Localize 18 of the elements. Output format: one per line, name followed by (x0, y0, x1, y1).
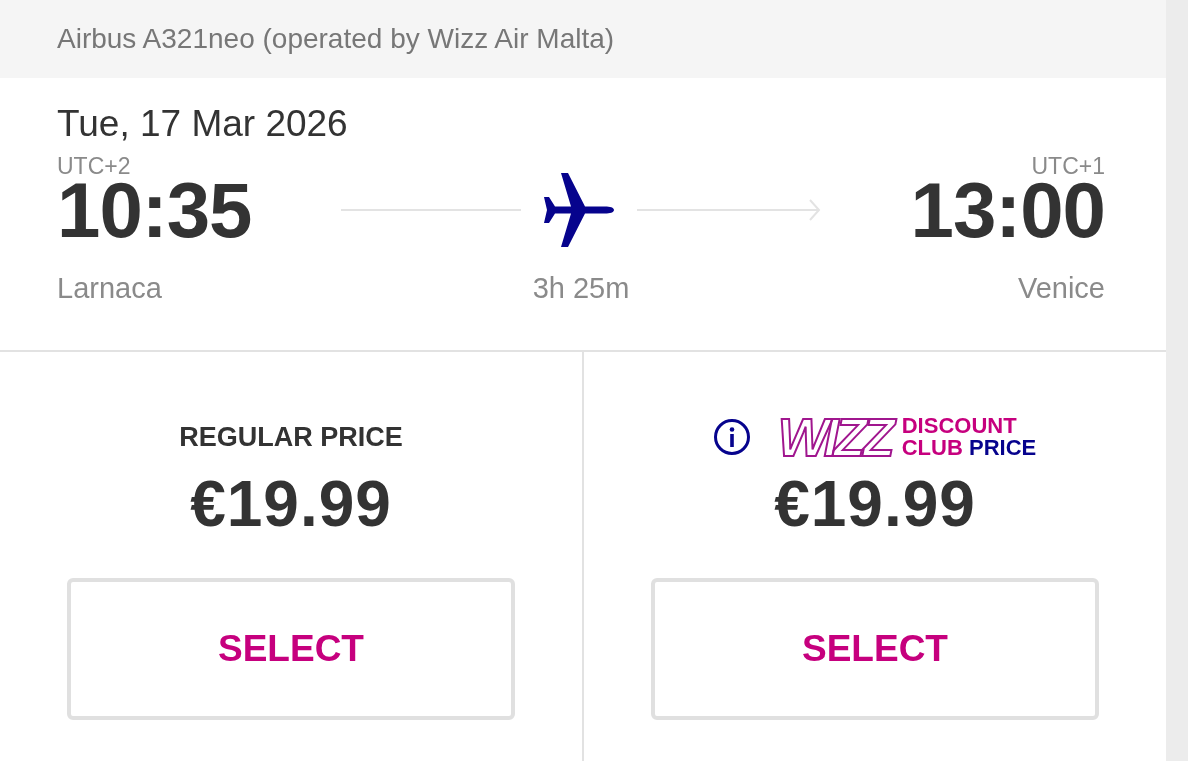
arrival-timezone: UTC+1 (1031, 155, 1105, 178)
info-icon[interactable] (713, 419, 750, 455)
fare-price: €19.99 (774, 467, 976, 542)
flight-duration: 3h 25m (532, 271, 630, 306)
fare-price: €19.99 (190, 467, 392, 542)
fare-label: REGULAR PRICE (179, 421, 403, 453)
arrival-time: 13:00 (910, 178, 1105, 242)
airplane-icon (543, 172, 615, 248)
departure-time: 10:35 (57, 178, 252, 242)
departure-city: Larnaca (57, 271, 162, 306)
aircraft-info: Airbus A321neo (operated by Wizz Air Malta) (57, 22, 615, 56)
brand-logo: WIZZ (777, 412, 896, 462)
arrival-city: Venice (1017, 271, 1105, 306)
club-price-label: DISCOUNT CLUB PRICE (901, 415, 1037, 459)
flight-date: Tue, 17 Mar 2026 (57, 102, 348, 146)
select-button[interactable]: SELECT (67, 578, 515, 720)
departure-timezone: UTC+2 (57, 155, 131, 178)
select-button[interactable]: SELECT (651, 578, 1099, 720)
